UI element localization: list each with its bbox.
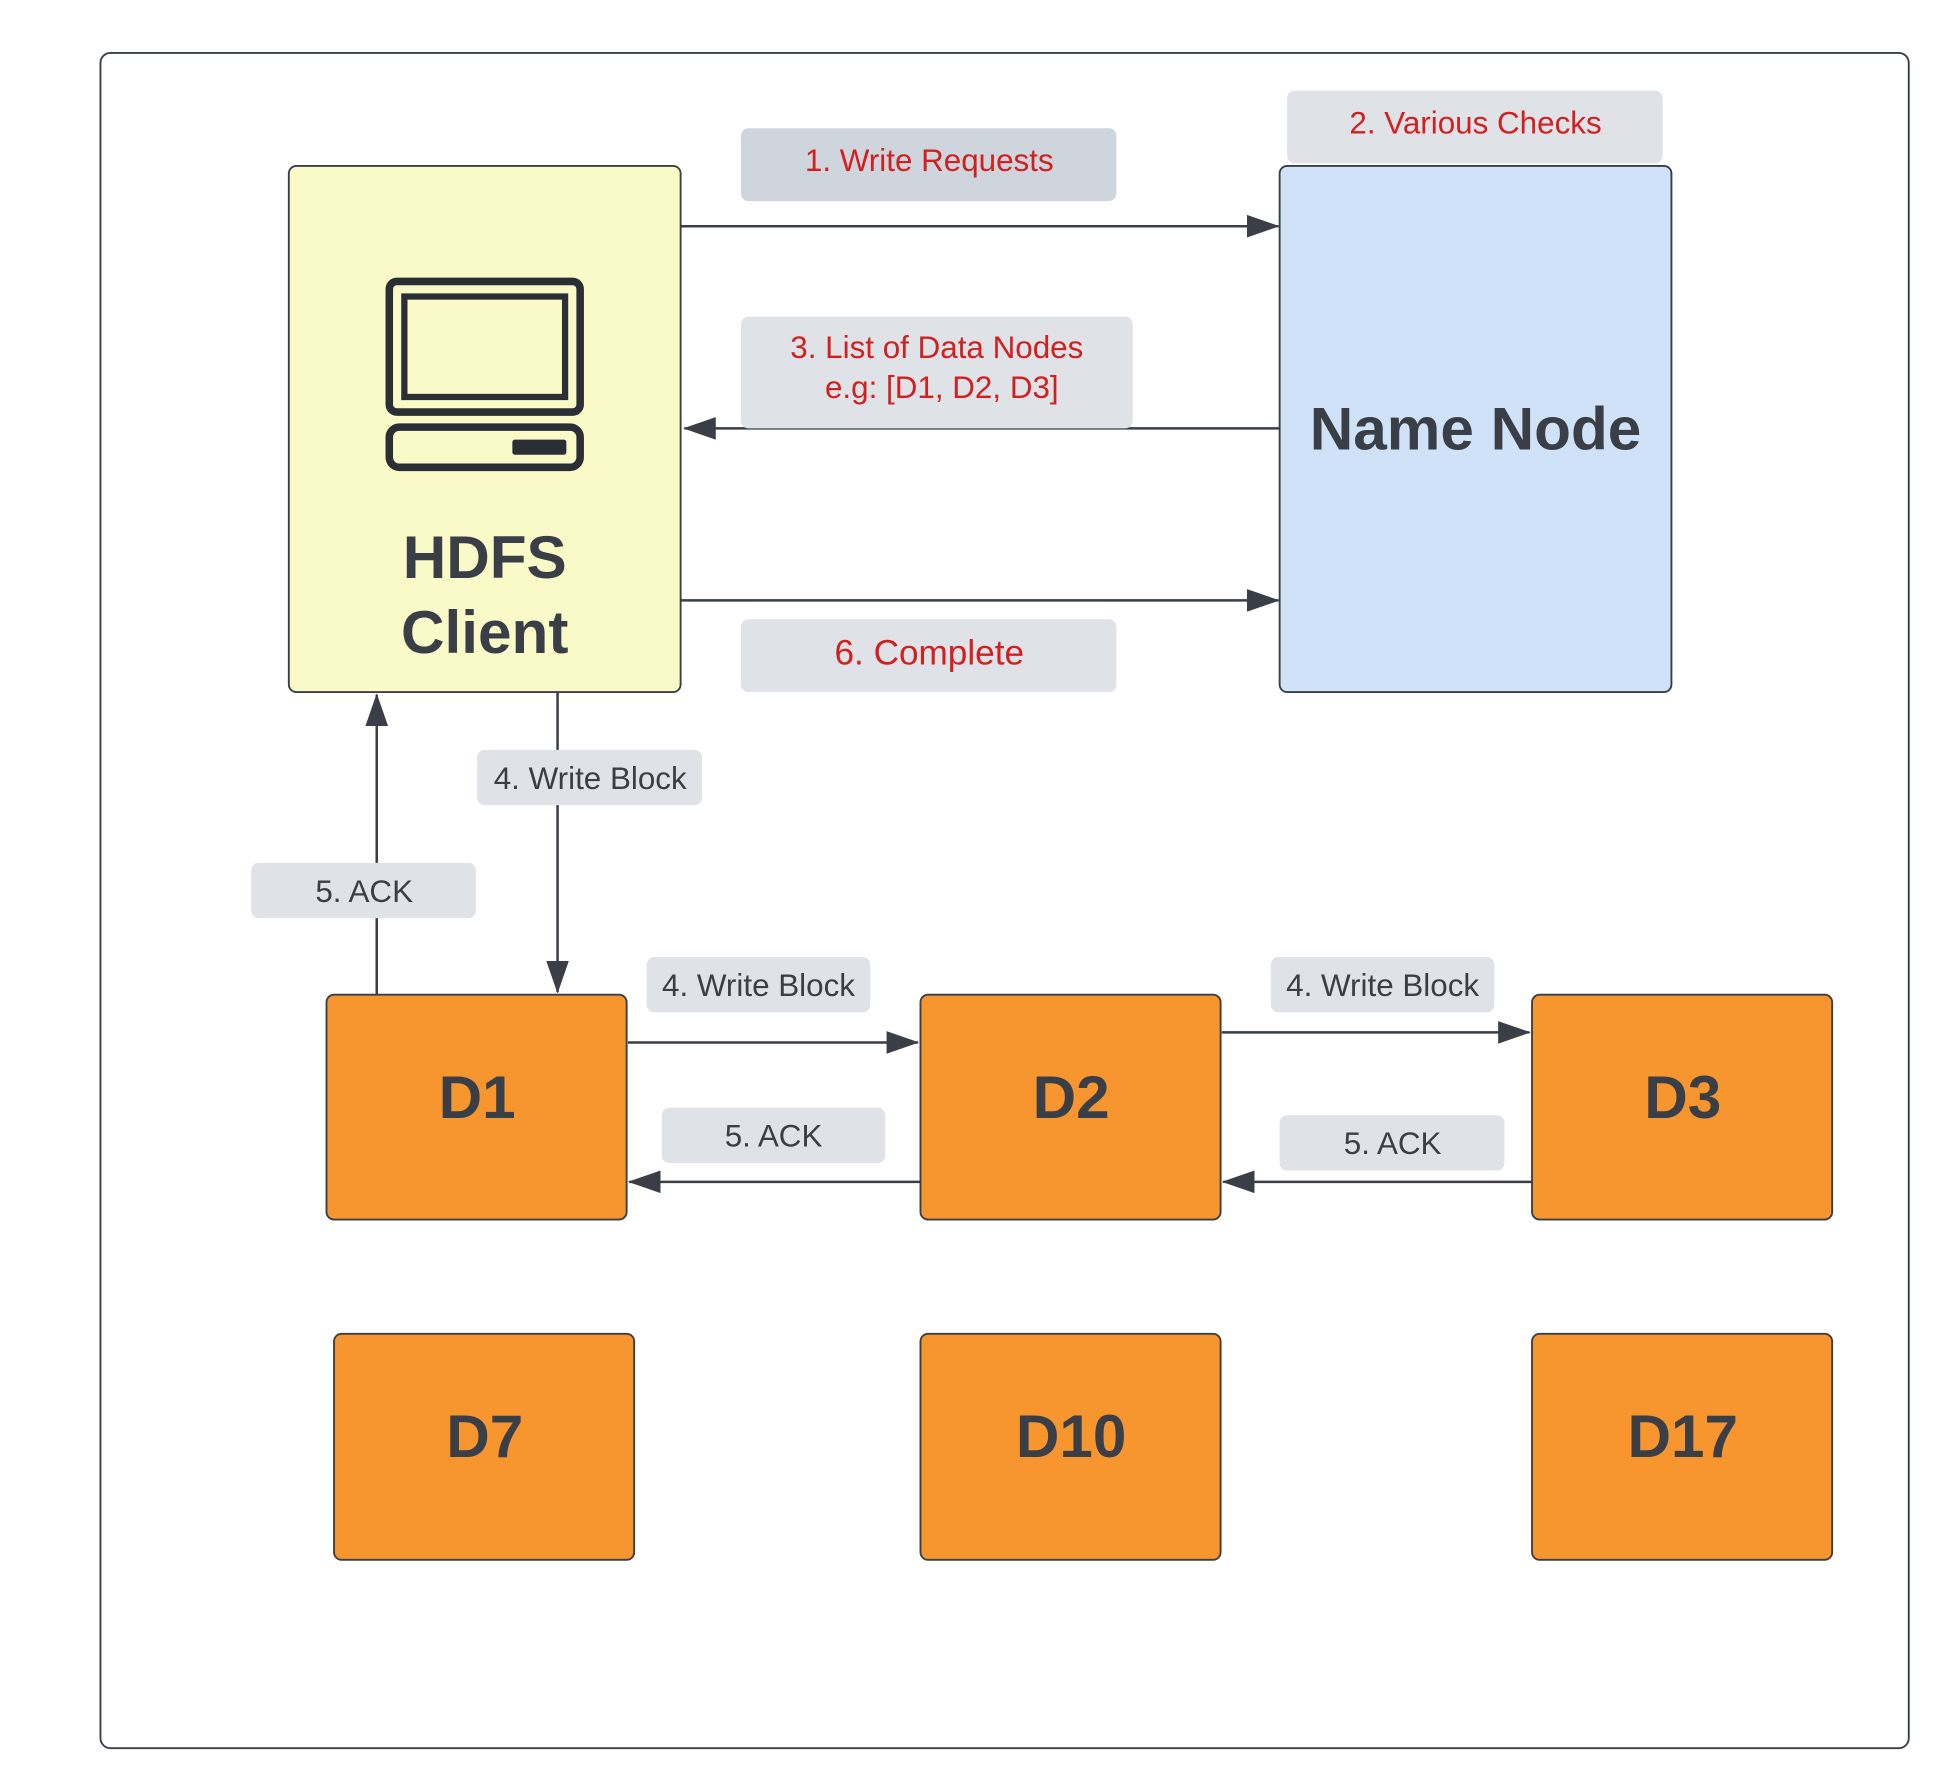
- svg-text:e.g: [D1, D2, D3]: e.g: [D1, D2, D3]: [825, 370, 1059, 405]
- svg-text:5. ACK: 5. ACK: [315, 874, 413, 909]
- hdfs-write-diagram: HDFS Client Name Node 1. Write Requests …: [99, 51, 1910, 1750]
- svg-text:D10: D10: [1016, 1402, 1127, 1470]
- client-title-line2: Client: [401, 598, 568, 666]
- svg-text:6. Complete: 6. Complete: [834, 633, 1024, 672]
- svg-text:2. Various Checks: 2. Various Checks: [1349, 105, 1601, 140]
- hdfs-client-node: HDFS Client: [287, 164, 682, 694]
- svg-text:D7: D7: [446, 1402, 523, 1470]
- label-various-checks: 2. Various Checks: [1287, 90, 1663, 164]
- svg-text:4. Write Block: 4. Write Block: [662, 968, 855, 1003]
- label-ack-d2-d1: 5. ACK: [661, 1107, 886, 1164]
- label-complete: 6. Complete: [740, 619, 1117, 693]
- namenode-title: Name Node: [1310, 395, 1642, 463]
- svg-text:1. Write Requests: 1. Write Requests: [805, 143, 1054, 178]
- label-write-block-d1-d2: 4. Write Block: [646, 957, 871, 1013]
- svg-text:3. List of Data Nodes: 3. List of Data Nodes: [790, 330, 1083, 365]
- svg-text:D2: D2: [1033, 1063, 1110, 1131]
- label-write-block-d2-d3: 4. Write Block: [1270, 957, 1495, 1013]
- datanode-d17: D17: [1531, 1332, 1834, 1561]
- name-node: Name Node: [1278, 164, 1673, 694]
- client-title-line1: HDFS: [403, 523, 567, 591]
- label-ack-client: 5. ACK: [251, 862, 476, 919]
- label-write-requests: 1. Write Requests: [740, 128, 1117, 202]
- datanode-d3: D3: [1531, 993, 1834, 1221]
- svg-text:D1: D1: [439, 1063, 516, 1131]
- svg-text:D3: D3: [1644, 1063, 1721, 1131]
- label-write-block-client: 4. Write Block: [477, 749, 702, 806]
- svg-text:4. Write Block: 4. Write Block: [494, 761, 687, 796]
- datanode-d1: D1: [325, 993, 628, 1221]
- label-list-datanodes: 3. List of Data Nodes e.g: [D1, D2, D3]: [740, 316, 1133, 429]
- datanode-d10: D10: [919, 1332, 1222, 1561]
- label-ack-d3-d2: 5. ACK: [1279, 1115, 1505, 1171]
- svg-text:5. ACK: 5. ACK: [725, 1119, 823, 1154]
- svg-text:5. ACK: 5. ACK: [1344, 1126, 1442, 1161]
- svg-text:4. Write Block: 4. Write Block: [1286, 968, 1479, 1003]
- datanode-d7: D7: [333, 1332, 636, 1561]
- svg-text:D17: D17: [1627, 1402, 1738, 1470]
- datanode-d2: D2: [919, 993, 1222, 1221]
